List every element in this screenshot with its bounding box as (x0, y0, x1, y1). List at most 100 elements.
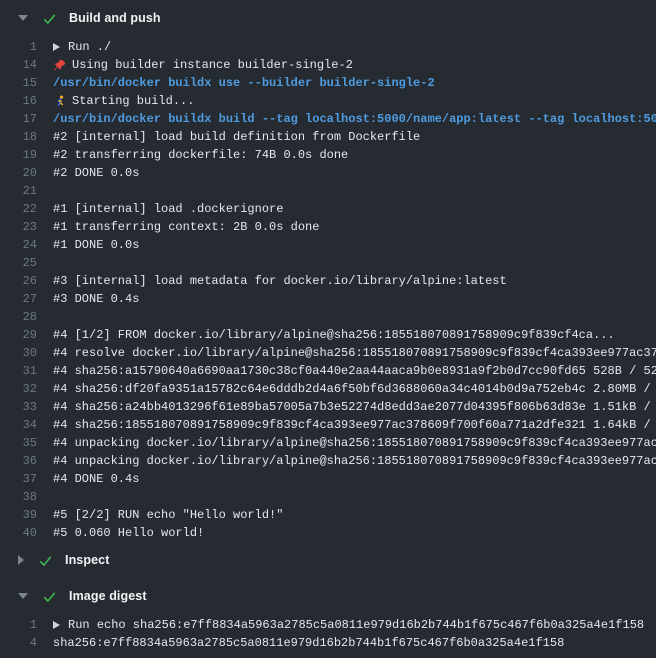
log-line-content: #2 transferring dockerfile: 74B 0.0s don… (53, 146, 656, 164)
expand-command-icon[interactable] (53, 621, 60, 629)
log-line-content: #5 0.060 Hello world! (53, 524, 656, 542)
log-text: #4 unpacking docker.io/library/alpine@sh… (53, 434, 656, 452)
line-number[interactable]: 39 (0, 506, 37, 524)
log-line: 37 #4 DONE 0.4s (0, 470, 656, 488)
log-text: #4 DONE 0.4s (53, 470, 139, 488)
line-number[interactable]: 15 (0, 74, 37, 92)
line-number[interactable]: 28 (0, 308, 37, 326)
line-number[interactable]: 18 (0, 128, 37, 146)
log-line-content: sha256:e7ff8834a5963a2785c5a0811e979d16b… (53, 634, 656, 652)
line-number[interactable]: 31 (0, 362, 37, 380)
line-number[interactable]: 20 (0, 164, 37, 182)
line-number[interactable]: 27 (0, 290, 37, 308)
log-line: 14Using builder instance builder-single-… (0, 56, 656, 74)
log-line: 18 #2 [internal] load build definition fr… (0, 128, 656, 146)
log-line-content: #1 transferring context: 2B 0.0s done (53, 218, 656, 236)
log-text: #5 0.060 Hello world! (53, 524, 204, 542)
line-number[interactable]: 25 (0, 254, 37, 272)
log-line: 32 #4 sha256:df20fa9351a15782c64e6dddb2d4… (0, 380, 656, 398)
line-number[interactable]: 26 (0, 272, 37, 290)
log-line-content: #3 DONE 0.4s (53, 290, 656, 308)
log-line: 26#3 [internal] load metadata for docker… (0, 272, 656, 290)
log-line: 40 #5 0.060 Hello world! (0, 524, 656, 542)
pushpin-icon (53, 59, 66, 72)
log-line-content: #4 resolve docker.io/library/alpine@sha2… (53, 344, 656, 362)
line-number[interactable]: 36 (0, 452, 37, 470)
line-number[interactable]: 30 (0, 344, 37, 362)
log-line: 22 #1 [internal] load .dockerignore (0, 200, 656, 218)
command-text: /usr/bin/docker buildx build --tag local… (53, 110, 656, 128)
log-text: Run ./ (68, 38, 111, 56)
step-header-image-digest[interactable]: Image digest (0, 578, 656, 614)
line-number[interactable]: 21 (0, 182, 37, 200)
line-number[interactable]: 37 (0, 470, 37, 488)
log-line-content: /usr/bin/docker buildx build --tag local… (53, 110, 656, 128)
line-number[interactable]: 16 (0, 92, 37, 110)
log-text: #2 DONE 0.0s (53, 164, 139, 182)
log-line: 19 #2 transferring dockerfile: 74B 0.0s d… (0, 146, 656, 164)
expand-command-icon[interactable] (53, 43, 60, 51)
log-line-content: #5 [2/2] RUN echo "Hello world!" (53, 506, 656, 524)
line-number[interactable]: 38 (0, 488, 37, 506)
log-line: 21 (0, 182, 656, 200)
runner-icon (53, 95, 66, 108)
workflow-log-viewer: Build and push 1 Run ./14Using builder ins… (0, 0, 656, 658)
success-check-icon (39, 553, 53, 567)
log-line: 36#4 unpacking docker.io/library/alpine@… (0, 452, 656, 470)
log-line: 20 #2 DONE 0.0s (0, 164, 656, 182)
line-number[interactable]: 32 (0, 380, 37, 398)
step-title: Build and push (69, 11, 161, 25)
log-line: 38 (0, 488, 656, 506)
log-line-content: Starting build... (53, 92, 656, 110)
line-number[interactable]: 1 (0, 38, 37, 56)
log-text: Starting build... (72, 92, 194, 110)
chevron-right-icon[interactable] (18, 555, 24, 565)
log-line: 15/usr/bin/docker buildx use --builder b… (0, 74, 656, 92)
log-line-content: #1 [internal] load .dockerignore (53, 200, 656, 218)
log-text: #4 sha256:185518070891758909c9f839cf4ca3… (53, 416, 656, 434)
step-header-inspect[interactable]: Inspect (0, 542, 656, 578)
log-line: 31 #4 sha256:a15790640a6690aa1730c38cf0a4… (0, 362, 656, 380)
line-number[interactable]: 19 (0, 146, 37, 164)
log-line-content: Run echo sha256:e7ff8834a5963a2785c5a081… (53, 616, 656, 634)
log-text: #4 sha256:a15790640a6690aa1730c38cf0a440… (53, 362, 656, 380)
log-text: #1 [internal] load .dockerignore (53, 200, 283, 218)
step-header-build-and-push[interactable]: Build and push (0, 0, 656, 36)
log-line-content: #4 sha256:a24bb4013296f61e89ba57005a7b3e… (53, 398, 656, 416)
log-line: 23 #1 transferring context: 2B 0.0s done (0, 218, 656, 236)
workflow-steps: Build and push 1 Run ./14Using builder ins… (0, 0, 656, 652)
log-text: #2 [internal] load build definition from… (53, 128, 420, 146)
log-text: #2 transferring dockerfile: 74B 0.0s don… (53, 146, 348, 164)
log-line: 1 Run ./ (0, 38, 656, 56)
success-check-icon (43, 589, 57, 603)
line-number[interactable]: 17 (0, 110, 37, 128)
line-number[interactable]: 22 (0, 200, 37, 218)
log-line-content: #4 DONE 0.4s (53, 470, 656, 488)
log-text: #1 DONE 0.0s (53, 236, 139, 254)
step-log: 1 Run ./14Using builder instance builder-… (0, 36, 656, 542)
line-number[interactable]: 33 (0, 398, 37, 416)
log-line-content: #1 DONE 0.0s (53, 236, 656, 254)
success-check-icon (43, 11, 57, 25)
log-line-content (53, 254, 656, 272)
line-number[interactable]: 40 (0, 524, 37, 542)
log-line: 28 (0, 308, 656, 326)
step-title: Inspect (65, 553, 109, 567)
chevron-down-icon[interactable] (18, 15, 28, 21)
log-line: 33 #4 sha256:a24bb4013296f61e89ba57005a7b… (0, 398, 656, 416)
line-number[interactable]: 29 (0, 326, 37, 344)
line-number[interactable]: 34 (0, 416, 37, 434)
line-number[interactable]: 24 (0, 236, 37, 254)
log-text: #4 sha256:df20fa9351a15782c64e6dddb2d4a6… (53, 380, 656, 398)
line-number[interactable]: 1 (0, 616, 37, 634)
log-line-content (53, 488, 656, 506)
log-line: 39 #5 [2/2] RUN echo "Hello world!" (0, 506, 656, 524)
log-text: #4 resolve docker.io/library/alpine@sha2… (53, 344, 656, 362)
line-number[interactable]: 35 (0, 434, 37, 452)
line-number[interactable]: 23 (0, 218, 37, 236)
chevron-down-icon[interactable] (18, 593, 28, 599)
line-number[interactable]: 4 (0, 634, 37, 652)
log-line-content: #4 sha256:185518070891758909c9f839cf4ca3… (53, 416, 656, 434)
line-number[interactable]: 14 (0, 56, 37, 74)
log-text: Run echo sha256:e7ff8834a5963a2785c5a081… (68, 616, 644, 634)
